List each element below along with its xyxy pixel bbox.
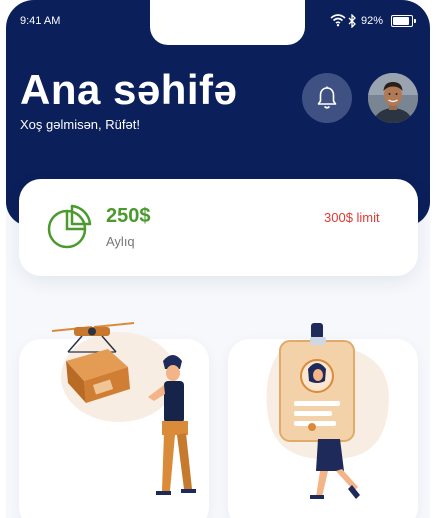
id-badge-illustration bbox=[266, 323, 389, 499]
greeting-text: Xoş gəlmisən, Rüfət! bbox=[20, 117, 140, 132]
battery-icon bbox=[391, 15, 416, 27]
category-tile-id-card[interactable] bbox=[228, 323, 418, 518]
status-right: 92% bbox=[330, 13, 422, 29]
pie-chart-icon bbox=[47, 204, 92, 249]
bell-icon bbox=[317, 86, 337, 109]
avatar[interactable] bbox=[368, 73, 418, 123]
wifi-icon bbox=[330, 14, 346, 27]
category-tile-delivery[interactable] bbox=[19, 322, 209, 518]
budget-amount: 250$ bbox=[106, 205, 151, 227]
budget-period: Aylıq bbox=[106, 234, 135, 249]
notifications-button[interactable] bbox=[302, 73, 352, 123]
page-title: Ana səhifə bbox=[20, 66, 238, 113]
battery-percent: 92% bbox=[361, 15, 384, 27]
bluetooth-icon bbox=[348, 14, 356, 28]
user-photo bbox=[368, 73, 418, 123]
status-time: 9:41 AM bbox=[20, 15, 61, 27]
drone-delivery-illustration bbox=[51, 322, 196, 495]
device-notch bbox=[150, 0, 305, 45]
phone-screen: 9:41 AM 92% Ana səhifə Xoş gəlmisən, Rüf… bbox=[0, 0, 436, 518]
budget-limit: 300$ limit bbox=[324, 210, 380, 225]
budget-card[interactable]: 250$ Aylıq 300$ limit bbox=[19, 179, 418, 276]
